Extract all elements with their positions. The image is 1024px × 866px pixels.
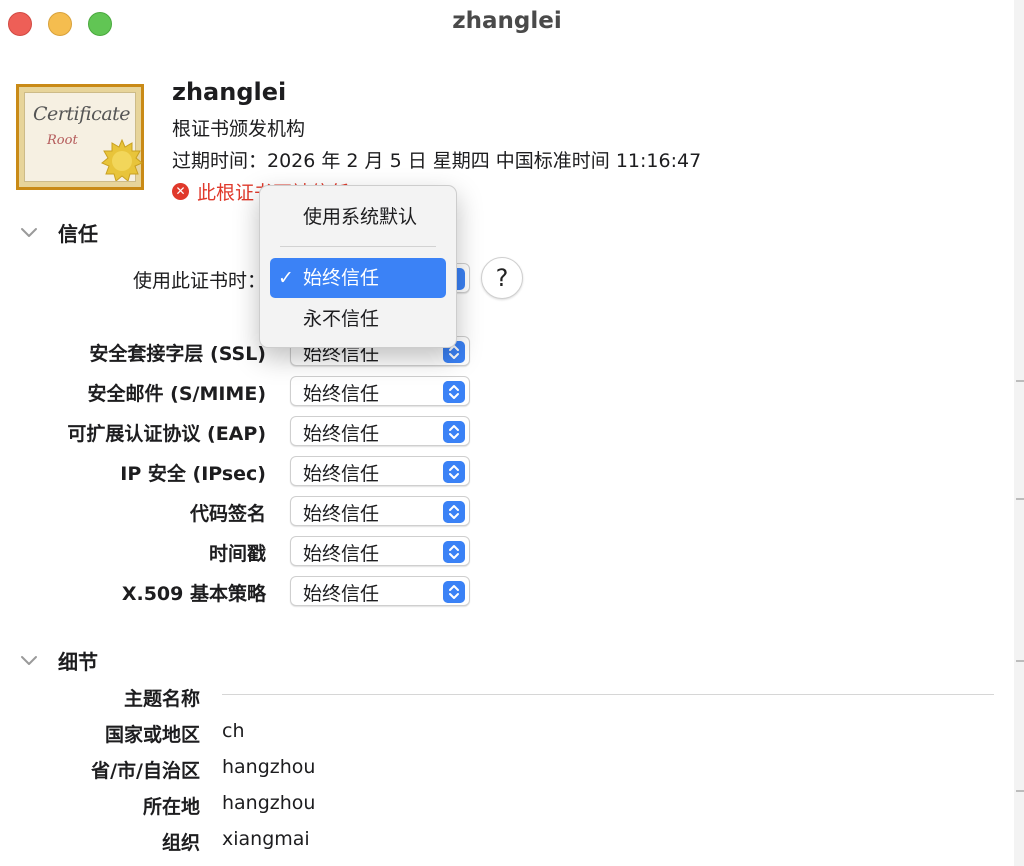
error-x-icon: ✕ [172, 183, 189, 200]
x509-label: X.509 基本策略 [121, 583, 266, 605]
code-signing-label: 代码签名 [189, 503, 266, 525]
certificate-name: zhanglei [172, 78, 287, 106]
certificate-window: zhanglei Certificate Root zhanglei 根证书颁发… [0, 0, 1015, 866]
ipsec-value: 始终信任 [303, 463, 380, 485]
help-button[interactable]: ? [481, 257, 523, 299]
x509-value: 始终信任 [303, 583, 380, 605]
certificate-icon: Certificate Root [16, 84, 144, 190]
chevron-down-icon [21, 227, 37, 237]
subject-name-label: 主题名称 [123, 688, 200, 710]
timestamp-popup[interactable]: 始终信任 [290, 536, 470, 566]
smime-value: 始终信任 [303, 383, 380, 405]
menu-item-never-trust[interactable]: 永不信任 [270, 299, 446, 339]
chevron-down-icon [21, 655, 37, 665]
locality-label: 所在地 [142, 796, 200, 818]
details-section-label: 细节 [58, 650, 98, 674]
background-window-edge [1014, 0, 1024, 866]
eap-label: 可扩展认证协议 (EAP) [67, 423, 266, 445]
menu-item-label: 始终信任 [303, 267, 380, 289]
menu-item-label: 使用系统默认 [303, 206, 418, 228]
certificate-icon-text: Certificate [33, 103, 131, 125]
locality-value: hangzhou [222, 792, 316, 814]
trust-section-label: 信任 [58, 222, 98, 246]
eap-popup[interactable]: 始终信任 [290, 416, 470, 446]
up-down-arrows-icon [443, 461, 465, 483]
ipsec-popup[interactable]: 始终信任 [290, 456, 470, 486]
certificate-kind: 根证书颁发机构 [172, 118, 306, 140]
smime-popup[interactable]: 始终信任 [290, 376, 470, 406]
up-down-arrows-icon [443, 501, 465, 523]
country-value: ch [222, 720, 245, 742]
up-down-arrows-icon [443, 421, 465, 443]
certificate-icon-subtext: Root [47, 133, 78, 148]
province-label: 省/市/自治区 [91, 760, 200, 782]
timestamp-label: 时间戳 [208, 543, 266, 565]
when-using-label: 使用此证书时： [132, 270, 266, 292]
title-bar: zhanglei [0, 0, 1014, 46]
organization-value: xiangmai [222, 828, 310, 850]
menu-item-system-default[interactable]: 使用系统默认 [270, 197, 446, 237]
up-down-arrows-icon [443, 381, 465, 403]
organization-label: 组织 [161, 832, 200, 854]
up-down-arrows-icon [443, 541, 465, 563]
ssl-label: 安全套接字层 (SSL) [89, 343, 266, 365]
x509-popup[interactable]: 始终信任 [290, 576, 470, 606]
details-section-toggle[interactable]: 细节 [18, 646, 98, 675]
up-down-arrows-icon [443, 581, 465, 603]
province-value: hangzhou [222, 756, 316, 778]
trust-section-toggle[interactable]: 信任 [18, 218, 98, 247]
trust-dropdown-menu: 使用系统默认 ✓ 始终信任 永不信任 [259, 185, 457, 348]
country-label: 国家或地区 [104, 724, 200, 746]
gold-seal-icon [101, 139, 143, 181]
timestamp-value: 始终信任 [303, 543, 380, 565]
window-title: zhanglei [452, 8, 562, 34]
ipsec-label: IP 安全 (IPsec) [120, 463, 266, 485]
checkmark-icon: ✓ [278, 267, 294, 289]
menu-item-always-trust[interactable]: ✓ 始终信任 [270, 258, 446, 298]
menu-separator [280, 246, 436, 247]
subject-name-divider [222, 694, 994, 695]
eap-value: 始终信任 [303, 423, 380, 445]
smime-label: 安全邮件 (S/MIME) [87, 383, 266, 405]
code-signing-popup[interactable]: 始终信任 [290, 496, 470, 526]
menu-item-label: 永不信任 [303, 308, 380, 330]
code-signing-value: 始终信任 [303, 503, 380, 525]
certificate-expiry: 过期时间：2026 年 2 月 5 日 星期四 中国标准时间 11:16:47 [172, 150, 702, 172]
